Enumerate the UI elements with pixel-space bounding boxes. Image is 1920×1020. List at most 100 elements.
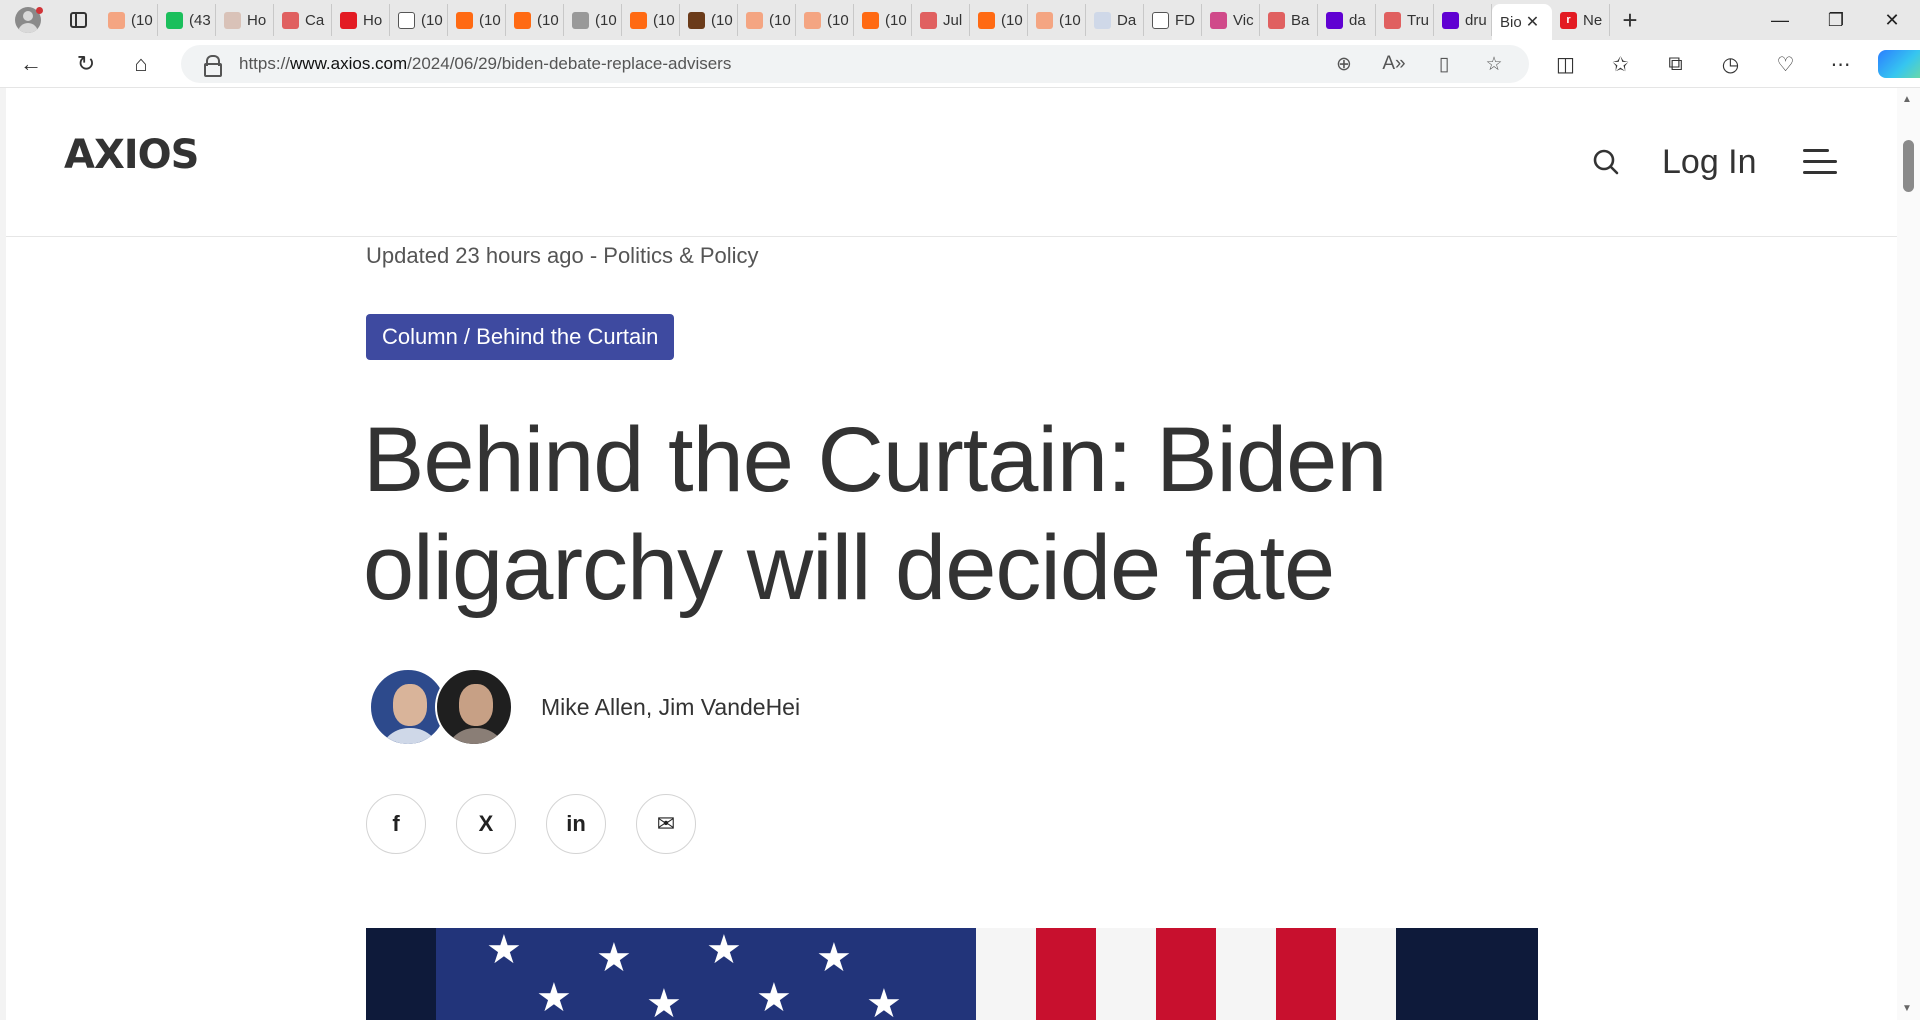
tab-active[interactable]: Bio ✕ [1492,4,1552,40]
split-screen-icon[interactable]: ◫ [1538,52,1593,77]
email-icon: ✉ [656,811,676,836]
tab-favicon-icon [1326,11,1343,29]
tab-label: FD [1175,11,1195,29]
email-share-button[interactable]: ✉ [636,794,696,854]
tab-label: (10 [131,11,153,29]
facebook-icon: f [392,811,400,836]
tab-favicon-icon [746,11,763,29]
author-byline: Mike Allen, Jim VandeHei [369,668,800,746]
new-tab-button[interactable]: + [1610,0,1650,40]
tab-item[interactable]: FD [1144,4,1202,36]
tab-item[interactable]: dru [1434,4,1492,36]
read-aloud-icon[interactable]: A» [1369,53,1419,75]
tab-label: Da [1117,11,1137,29]
tab-item[interactable]: Tru [1376,4,1434,36]
home-button[interactable]: ⌂ [117,44,165,84]
tab-label: (10 [537,11,559,29]
tab-actions-button[interactable] [56,0,100,40]
axios-logo[interactable]: AXIOS [64,132,199,178]
tab-label: dru [1465,11,1487,29]
tab-label: Bio [1500,13,1522,31]
page-scrollbar[interactable]: ▲ ▼ [1897,88,1920,1020]
author-avatar[interactable] [435,668,513,746]
browser-tab-strip: (10 (43 Ho Ca Ho (10 (10 (10 (10 (10 (10 (10 (10 (10 J… [0,0,1920,40]
arrow-left-icon: ← [20,50,42,76]
tab-list: (10 (43 Ho Ca Ho (10 (10 (10 (10 (10 (10 (10 (10 (10 J… [100,0,1492,40]
favorites-icon[interactable]: ✩ [1593,52,1648,77]
linkedin-share-button[interactable]: in [546,794,606,854]
profile-button[interactable] [0,0,56,40]
favorite-star-icon[interactable]: ☆ [1469,53,1519,76]
scroll-up-icon[interactable]: ▲ [1902,94,1912,105]
x-share-button[interactable]: X [456,794,516,854]
tab-item[interactable]: (10 [622,4,680,36]
immersive-reader-icon[interactable]: ▯ [1419,53,1469,76]
tab-favicon-icon [1384,11,1401,29]
tab-item[interactable]: (10 [448,4,506,36]
tab-item[interactable]: (10 [854,4,912,36]
copilot-icon[interactable] [1878,50,1920,78]
menu-icon[interactable] [1803,149,1837,177]
zoom-icon[interactable]: ⊕ [1319,53,1369,76]
author-names[interactable]: Mike Allen, Jim VandeHei [541,694,800,721]
tab-item[interactable]: Ba [1260,4,1318,36]
home-icon: ⌂ [134,50,148,76]
close-window-button[interactable]: ✕ [1864,0,1920,40]
browser-toolbar: ← ↻ ⌂ https://www.axios.com/2024/06/29/b… [0,40,1920,88]
tab-item[interactable]: Ca [274,4,332,36]
tab-item[interactable]: Ho [216,4,274,36]
tab-label: Ca [305,11,325,29]
scroll-down-icon[interactable]: ▼ [1902,1003,1912,1014]
linkedin-icon: in [566,811,586,836]
tab-item[interactable]: da [1318,4,1376,36]
tab-last[interactable]: r Ne [1552,4,1610,36]
tab-item[interactable]: (10 [1028,4,1086,36]
tab-label: da [1349,11,1366,29]
tab-favicon-icon [978,11,995,29]
tab-favicon-icon [456,11,473,29]
tab-item[interactable]: (10 [100,4,158,36]
more-menu-icon[interactable]: ⋯ [1813,52,1868,77]
tab-label: Tru [1407,11,1429,29]
refresh-button[interactable]: ↻ [62,44,110,84]
tab-item[interactable]: (43 [158,4,216,36]
facebook-share-button[interactable]: f [366,794,426,854]
back-button[interactable]: ← [7,44,55,84]
tab-item[interactable]: (10 [390,4,448,36]
tab-favicon-icon [1268,11,1285,29]
close-tab-icon[interactable]: ✕ [1526,12,1539,32]
lock-icon[interactable] [203,55,222,77]
tab-item[interactable]: (10 [506,4,564,36]
tab-actions-icon [69,12,87,28]
tab-favicon-icon [224,11,241,29]
search-icon[interactable] [1593,149,1619,175]
tab-item[interactable]: Da [1086,4,1144,36]
address-bar[interactable]: https://www.axios.com/2024/06/29/biden-d… [181,45,1529,83]
tab-label: Ba [1291,11,1310,29]
browser-essentials-icon[interactable]: ♡ [1758,52,1813,77]
history-icon[interactable]: ◷ [1703,52,1758,77]
column-badge[interactable]: Column / Behind the Curtain [366,314,675,360]
tab-item[interactable]: Vic [1202,4,1260,36]
tab-item[interactable]: (10 [738,4,796,36]
tab-favicon-icon [920,11,937,29]
tab-favicon-icon [1094,11,1111,29]
tab-item[interactable]: Jul [912,4,970,36]
collections-icon[interactable]: ⧉ [1648,53,1703,76]
tab-favicon-icon [108,11,125,29]
tab-item[interactable]: (10 [564,4,622,36]
minimize-button[interactable]: — [1752,0,1808,40]
tab-item[interactable]: (10 [796,4,854,36]
tab-favicon-icon [1442,11,1459,29]
web-page: AXIOS Log In Updated 23 hours ago - Poli… [0,88,1920,1020]
tab-favicon-icon [862,11,879,29]
tab-item[interactable]: Ho [332,4,390,36]
tab-label: (10 [827,11,849,29]
tab-item[interactable]: (10 [970,4,1028,36]
tab-item[interactable]: (10 [680,4,738,36]
login-link[interactable]: Log In [1662,143,1757,182]
scroll-thumb[interactable] [1903,140,1914,192]
url-text[interactable]: https://www.axios.com/2024/06/29/biden-d… [239,54,731,74]
tab-label: (10 [479,11,501,29]
restore-button[interactable]: ❐ [1808,0,1864,40]
